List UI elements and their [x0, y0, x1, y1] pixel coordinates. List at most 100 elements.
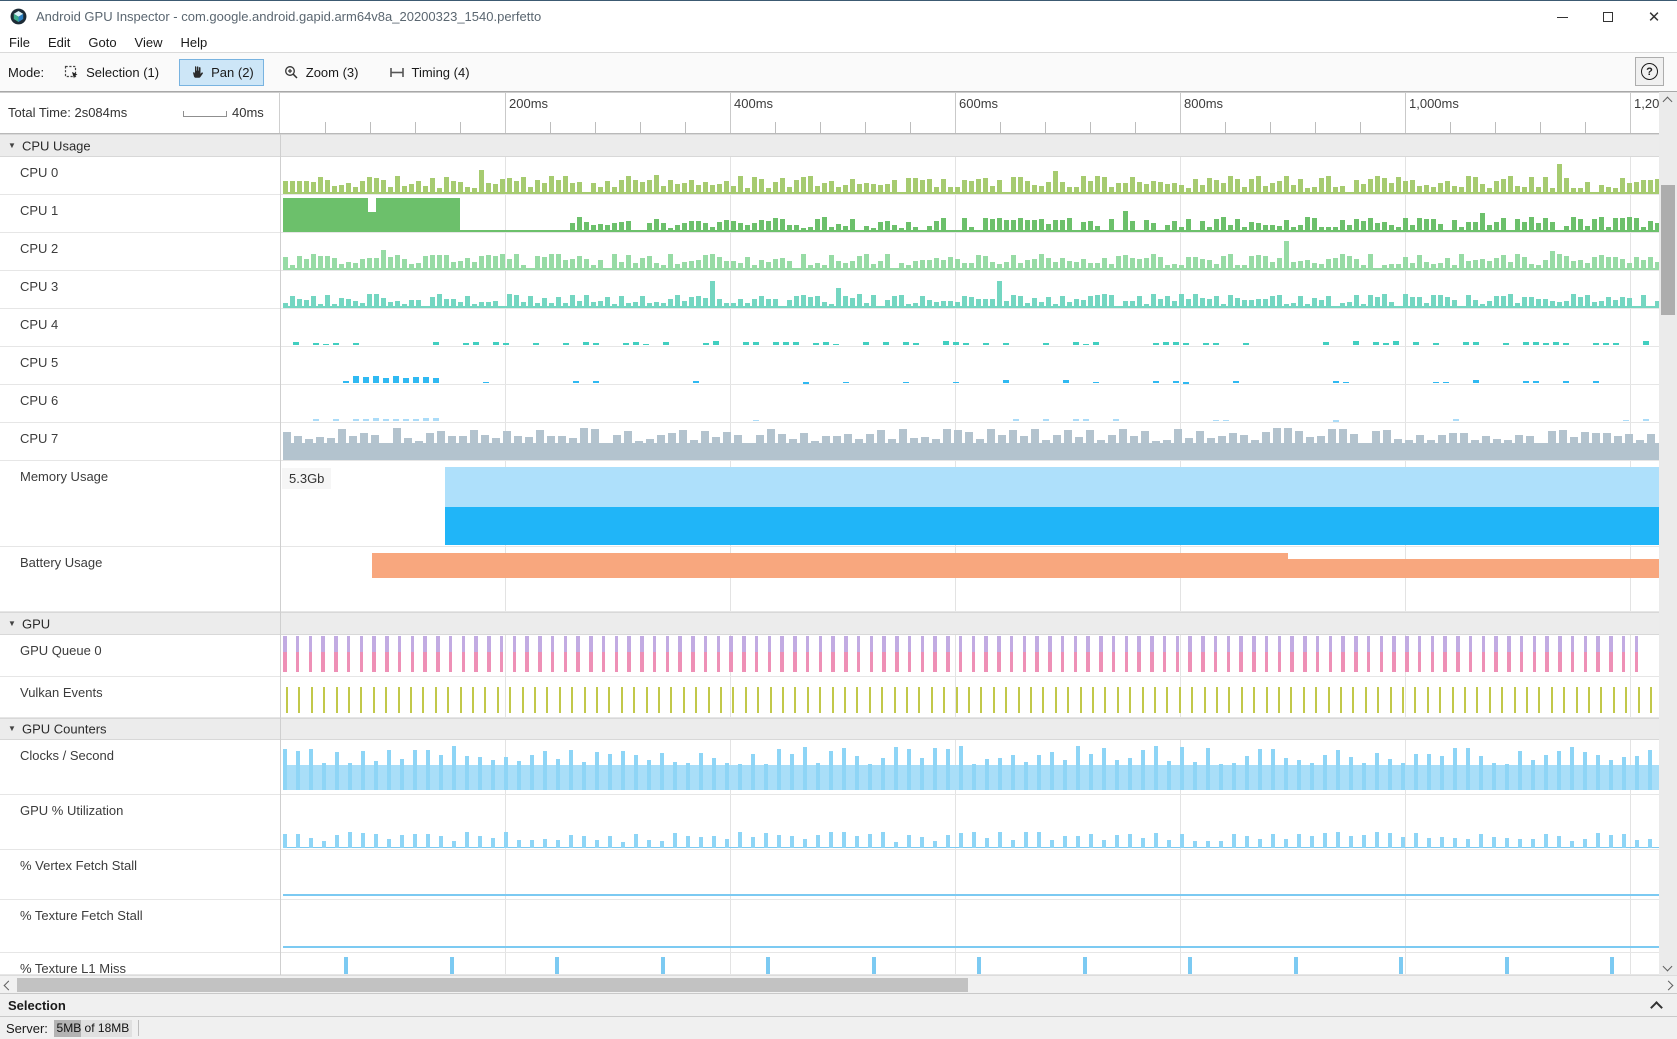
- track-plot-vulkan-events[interactable]: [280, 677, 1659, 717]
- menu-file[interactable]: File: [0, 35, 39, 50]
- timing-mode-button[interactable]: Timing (4): [379, 59, 480, 86]
- sample-bar: [325, 295, 330, 307]
- pan-mode-button[interactable]: Pan (2): [179, 59, 264, 86]
- sample-bar: [371, 435, 379, 460]
- sample-bar: [997, 264, 1002, 269]
- gpu-slice-top: [895, 636, 899, 652]
- event-tick: [720, 687, 722, 713]
- collapse-triangle-icon[interactable]: ▼: [8, 724, 16, 733]
- section-header-gpu[interactable]: ▼GPU: [0, 612, 1677, 635]
- collapse-triangle-icon[interactable]: ▼: [8, 618, 16, 627]
- event-tick: [745, 687, 747, 713]
- sample-bar: [1647, 434, 1655, 460]
- sample-bar: [1297, 834, 1301, 848]
- sample-bar: [1622, 834, 1626, 848]
- sample-bar: [416, 181, 421, 194]
- sample-bar: [899, 228, 904, 232]
- sample-bar: [1298, 261, 1303, 269]
- sample-bar: [1417, 186, 1422, 194]
- track-plot-gpu-utilization[interactable]: [280, 795, 1659, 849]
- sample-bar: [1158, 299, 1163, 308]
- sample-bar: [514, 181, 519, 193]
- track-plot-cpu-3[interactable]: [280, 271, 1659, 308]
- zoom-mode-button[interactable]: Zoom (3): [274, 59, 369, 86]
- sample-bar: [1440, 837, 1444, 848]
- vertical-scrollbar-thumb[interactable]: [1661, 185, 1675, 315]
- menu-help[interactable]: Help: [172, 35, 217, 50]
- sample-bar: [1375, 753, 1379, 790]
- ruler-minor-tick: [1360, 122, 1361, 133]
- scroll-up-button[interactable]: [1659, 92, 1676, 110]
- track-plot-cpu-2[interactable]: [280, 233, 1659, 270]
- scroll-left-button[interactable]: [0, 976, 17, 994]
- panel-expand-chevron-icon[interactable]: [1650, 1001, 1663, 1014]
- sample-bar: [402, 304, 407, 307]
- sample-bar: [1123, 255, 1128, 270]
- track-plot-gpu-queue-0[interactable]: [280, 635, 1659, 676]
- gpu-slice-bottom: [436, 652, 440, 672]
- track-plot-cpu-7[interactable]: [280, 423, 1659, 460]
- total-time-label: Total Time: 2s084ms: [8, 105, 127, 120]
- sample-bar: [1218, 436, 1226, 459]
- help-button[interactable]: ?: [1635, 57, 1664, 86]
- sample-bar: [871, 184, 876, 193]
- horizontal-scrollbar[interactable]: [0, 975, 1677, 993]
- track-plot-cpu-6[interactable]: [280, 385, 1659, 422]
- sample-bar: [381, 180, 386, 193]
- gpu-slice-bottom: [1405, 652, 1409, 672]
- sample-bar: [738, 764, 742, 790]
- sample-bar: [689, 180, 694, 194]
- sample-bar: [1102, 840, 1106, 848]
- sample-bar: [556, 759, 560, 790]
- gpu-slice-top: [997, 636, 1001, 652]
- sample-bar: [745, 303, 750, 307]
- sample-bar: [764, 764, 768, 790]
- track-plot-texture-fetch-stall[interactable]: [280, 900, 1659, 952]
- track-plot-cpu-4[interactable]: [280, 309, 1659, 346]
- section-header-cpu-usage[interactable]: ▼CPU Usage: [0, 134, 1677, 157]
- selection-mode-button[interactable]: Selection (1): [54, 59, 169, 86]
- track-plot-cpu-1[interactable]: [280, 195, 1659, 232]
- gpu-slice-bottom: [1048, 652, 1052, 672]
- scroll-down-button[interactable]: [1659, 957, 1676, 975]
- menu-goto[interactable]: Goto: [79, 35, 125, 50]
- sample-bar: [1592, 433, 1600, 459]
- track-plot-texture-l1-miss[interactable]: [280, 953, 1659, 974]
- maximize-button[interactable]: [1585, 1, 1631, 33]
- ruler-ticks-area[interactable]: 200ms400ms600ms800ms1,000ms1,200ms: [280, 93, 1659, 133]
- sample-bar: [493, 230, 498, 232]
- vertical-scrollbar[interactable]: [1659, 92, 1677, 975]
- collapse-triangle-icon[interactable]: ▼: [8, 140, 16, 149]
- sample-bar: [1405, 440, 1413, 459]
- sample-bar: [493, 301, 498, 308]
- horizontal-scrollbar-thumb[interactable]: [17, 978, 968, 992]
- minimize-button[interactable]: [1539, 1, 1585, 33]
- track-plot-memory-usage[interactable]: 5.3Gb: [280, 461, 1659, 546]
- sample-bar: [1603, 433, 1611, 460]
- track-plot-vertex-fetch-stall[interactable]: [280, 850, 1659, 899]
- sample-bar: [1620, 218, 1625, 232]
- selection-panel-header[interactable]: Selection: [0, 993, 1677, 1017]
- sample-bar: [1053, 304, 1058, 308]
- sample-bar: [943, 341, 949, 345]
- scroll-right-button[interactable]: [1660, 976, 1677, 994]
- timeline-ruler[interactable]: Total Time: 2s084ms 40ms 200ms400ms600ms…: [0, 92, 1677, 134]
- sample-bar: [997, 218, 1002, 231]
- sample-bar: [731, 186, 736, 194]
- sample-bar: [1529, 217, 1534, 232]
- track-plot-clocks-second[interactable]: [280, 740, 1659, 794]
- track-plot-cpu-0[interactable]: [280, 157, 1659, 194]
- sample-bar: [514, 436, 522, 459]
- track-plot-battery-usage[interactable]: [280, 547, 1659, 611]
- sample-bar: [738, 832, 742, 848]
- section-header-gpu-counters[interactable]: ▼GPU Counters: [0, 718, 1677, 740]
- menu-edit[interactable]: Edit: [39, 35, 79, 50]
- track-plot-cpu-5[interactable]: [280, 347, 1659, 384]
- timeline-tracks-area[interactable]: ▼CPU UsageCPU 0CPU 1CPU 2CPU 3CPU 4CPU 5…: [0, 134, 1677, 975]
- sample-bar: [1018, 296, 1023, 308]
- menu-view[interactable]: View: [126, 35, 172, 50]
- sample-bar: [1636, 440, 1644, 460]
- gpu-slice-bottom: [347, 652, 351, 672]
- close-button[interactable]: ✕: [1631, 1, 1677, 33]
- sample-bar: [1536, 223, 1541, 231]
